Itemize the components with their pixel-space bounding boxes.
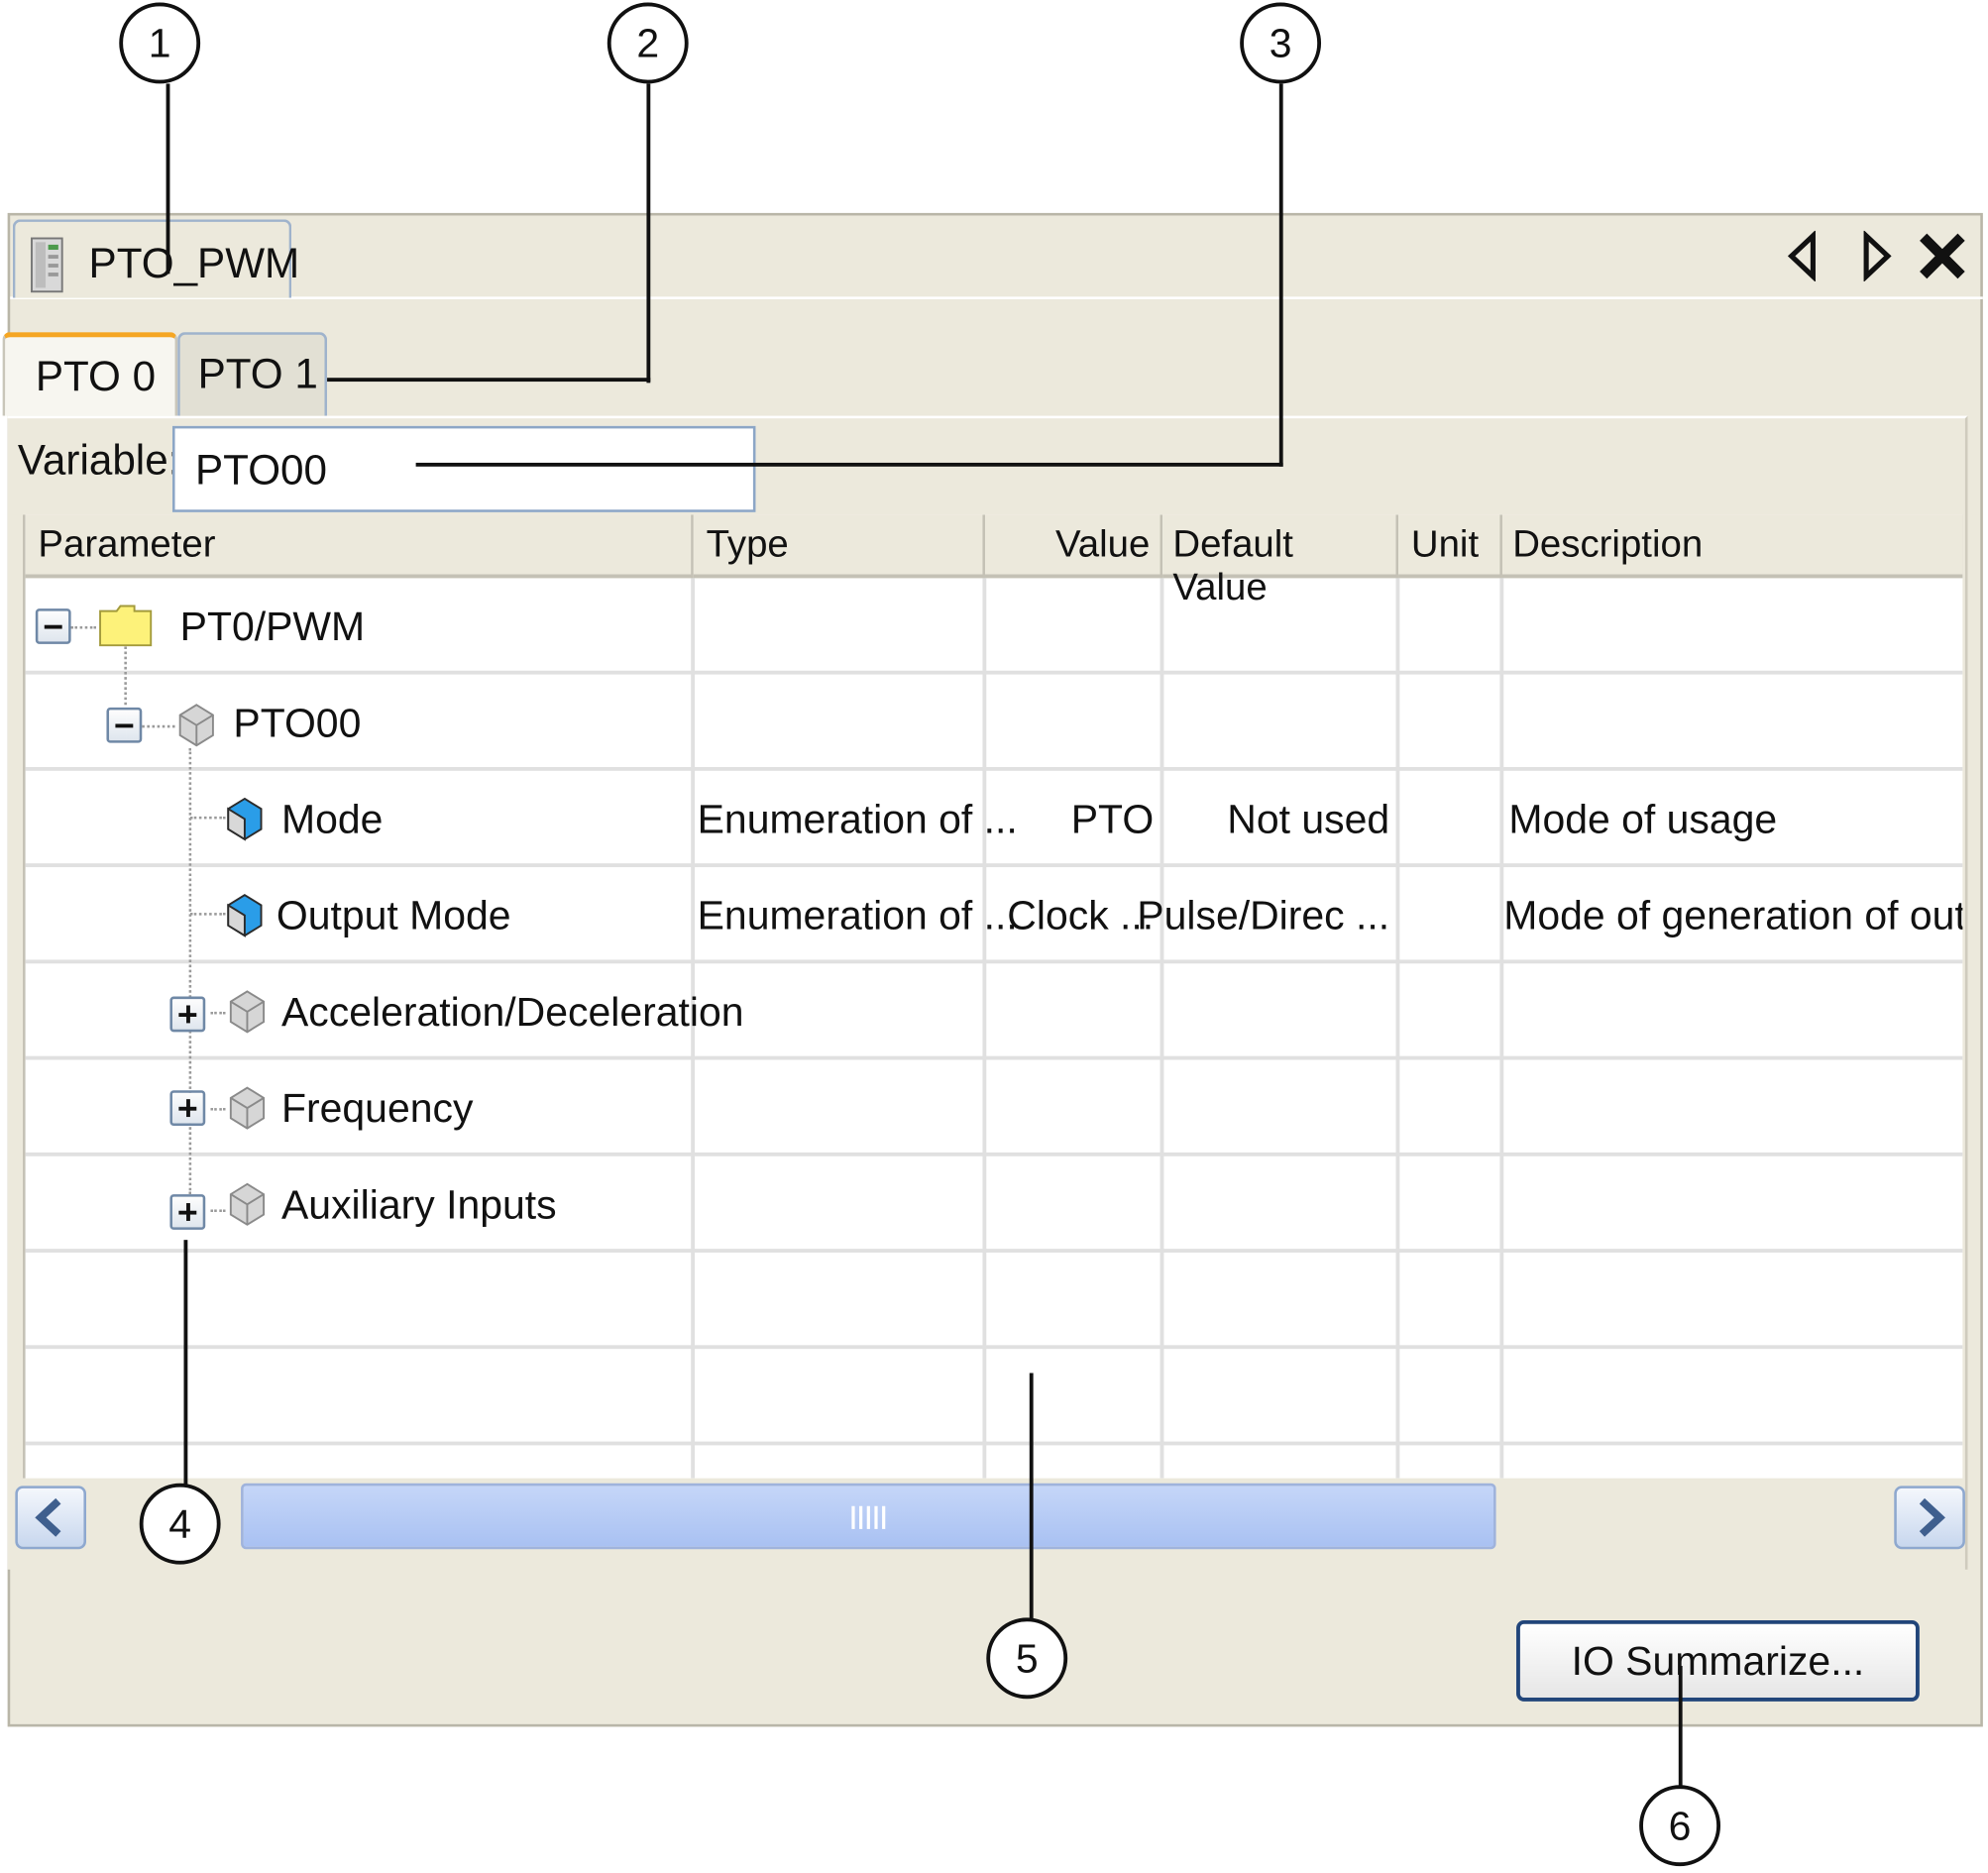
tree-connector [189,913,226,916]
param-name: Acceleration/Deceleration [281,988,744,1035]
tab-label: PTO 1 [197,350,318,397]
collapse-icon[interactable] [35,608,71,644]
collapse-icon[interactable] [106,707,143,743]
nav-prev-icon[interactable] [1785,230,1818,282]
variable-input[interactable]: PTO00 [171,425,756,512]
gray-cube-icon [229,990,266,1034]
table-row [25,1253,1963,1350]
tree-connector [210,1108,226,1111]
tree-connector [188,747,192,1195]
variable-label: Variable: [17,436,180,484]
callout-leader [327,378,651,383]
tree-connector [124,646,127,706]
callout-leader [1278,83,1283,467]
callout-leader [646,83,651,384]
param-name: PT0/PWM [179,603,366,650]
gray-cube-icon [178,704,214,747]
param-value[interactable]: PTO [1071,796,1154,842]
column-divider [982,578,987,1479]
gray-cube-icon [229,1182,266,1226]
callout-1: 1 [119,2,201,84]
grip-icon [851,1505,886,1529]
param-value[interactable]: Clock ... [1007,893,1154,939]
doc-tab-label: PTO_PWM [88,239,300,287]
column-header-default-value[interactable]: Default Value [1162,514,1399,608]
tab-label: PTO 0 [35,352,157,399]
param-default: Pulse/Direc ... [1137,892,1390,938]
chevron-left-icon [35,1497,61,1537]
expand-icon[interactable] [169,996,206,1033]
callout-2: 2 [607,2,689,84]
param-type: Enumeration of ... [697,892,1018,938]
callout-leader [183,1240,188,1487]
callout-3: 3 [1240,2,1322,84]
close-icon[interactable] [1917,231,1967,281]
horizontal-scrollbar[interactable] [13,1481,1968,1554]
variable-value: PTO00 [195,446,327,494]
column-header-parameter[interactable]: Parameter [25,514,694,579]
param-default: Not used [1227,796,1390,842]
tree-connector [210,1209,226,1213]
column-divider [1395,578,1400,1479]
folder-icon [99,605,153,647]
tree-connector [189,816,226,820]
tab-pto-0[interactable]: PTO 0 [2,332,178,416]
column-header-unit[interactable]: Unit [1398,514,1502,579]
tab-pto-1[interactable]: PTO 1 [177,332,328,416]
scroll-right-button[interactable] [1894,1486,1965,1550]
controller-module-icon [31,237,63,293]
parameter-grid: Parameter Type Value Default Value Unit … [23,514,1963,1479]
screenshot-stage: { "window": { "doc_tab_label": "PTO_PWM"… [0,0,1988,1873]
scroll-left-button[interactable] [15,1486,86,1550]
param-description: Mode of usage [1508,796,1778,842]
callout-5: 5 [986,1617,1068,1700]
param-name: Auxiliary Inputs [281,1181,557,1228]
column-header-description[interactable]: Description [1501,514,1963,579]
column-header-type[interactable]: Type [693,514,986,579]
blue-cube-icon [227,797,263,841]
callout-leader [415,462,1283,467]
param-name: Output Mode [276,892,511,938]
callout-leader [1678,1666,1683,1788]
param-name: Frequency [281,1085,474,1132]
blue-cube-icon [227,894,263,937]
nav-next-icon[interactable] [1861,230,1894,282]
table-row [25,1349,1963,1446]
param-name: Mode [281,796,384,842]
param-type: Enumeration of ... [697,796,1018,842]
column-divider [1499,578,1504,1479]
callout-leader [1029,1373,1034,1622]
callout-leader [166,83,170,275]
tree-connector [142,724,175,728]
expand-icon[interactable] [169,1194,206,1230]
tabstrip-divider [10,296,1983,299]
column-header-value[interactable]: Value [985,514,1163,579]
param-description: Mode of generation of out ... [1503,892,1963,938]
doc-tab-pto-pwm[interactable]: PTO_PWM [12,219,299,298]
io-summarize-button[interactable]: IO Summarize... [1516,1619,1920,1702]
chevron-right-icon [1919,1497,1945,1537]
scroll-thumb[interactable] [241,1483,1496,1550]
column-divider [1160,578,1164,1479]
callout-4: 4 [139,1483,221,1565]
tree-connector [210,1011,226,1015]
expand-icon[interactable] [169,1090,206,1127]
tree-connector [70,625,97,629]
callout-6: 6 [1639,1785,1721,1867]
param-name: PTO00 [233,700,362,746]
gray-cube-icon [229,1086,266,1130]
